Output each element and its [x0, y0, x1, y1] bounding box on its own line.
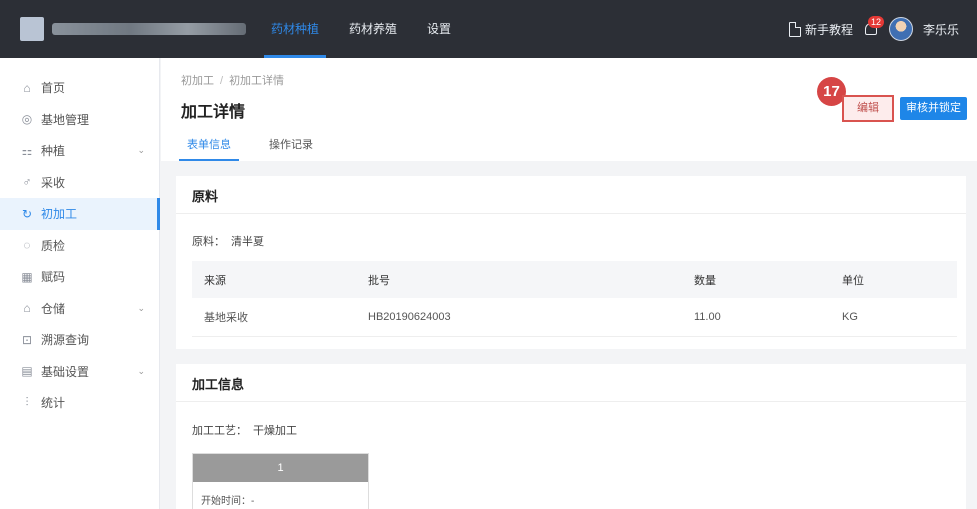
sidebar-item-statistics[interactable]: ⫶ 统计 [0, 387, 159, 419]
top-navbar: 药材种植 药材养殖 设置 新手教程 12 李乐乐 [0, 0, 977, 58]
notification-badge: 12 [867, 16, 884, 28]
sidebar-item-base-management[interactable]: ◎ 基地管理 [0, 104, 159, 136]
app-logo[interactable] [20, 17, 246, 41]
raw-material-card: 原料 原料： 清半夏 来源 批号 数量 单位 基地采收 HB20190624003… [176, 176, 966, 349]
raw-material-field: 原料： 清半夏 [176, 233, 966, 249]
home-icon: ⌂ [23, 80, 31, 95]
process-method-field: 加工工艺： 干燥加工 [176, 422, 966, 438]
process-method-label: 加工工艺： [192, 425, 247, 437]
sidebar-item-label: 仓储 [41, 301, 66, 316]
user-name[interactable]: 李乐乐 [923, 21, 959, 38]
warehouse-icon: ⌂ [23, 301, 31, 316]
sidebar-item-basic-settings[interactable]: ▤ 基础设置 ⌄ [0, 356, 159, 388]
sidebar-item-label: 初加工 [41, 207, 78, 222]
table-header: 来源 批号 数量 单位 [192, 261, 957, 298]
process-stage-card: 1 开始时间：- [192, 453, 369, 509]
cell-unit: KG [842, 311, 858, 323]
breadcrumb-current: 初加工详情 [229, 75, 285, 87]
stage-number: 1 [193, 454, 368, 482]
cell-source: 基地采收 [204, 312, 248, 324]
column-header-batch-number: 批号 [368, 274, 390, 287]
column-header-source: 来源 [204, 274, 226, 287]
chevron-down-icon: ⌄ [137, 302, 145, 313]
barcode-icon: ▦ [21, 269, 33, 284]
sidebar-item-harvest[interactable]: ♂ 采收 [0, 167, 159, 199]
document-icon [788, 21, 801, 37]
stage-start-time: 开始时间：- [201, 496, 255, 507]
page-header: 初加工 / 初加工详情 加工详情 表单信息 操作记录 17 编辑 审核并锁定 [161, 58, 977, 161]
statistics-icon: ⫶ [25, 395, 29, 410]
breadcrumb: 初加工 / 初加工详情 [181, 72, 284, 88]
processing-icon: ↻ [21, 206, 33, 221]
top-right-tools: 新手教程 12 李乐乐 [788, 0, 959, 58]
nav-settings[interactable]: 设置 [412, 0, 466, 58]
sidebar-item-label: 质检 [41, 238, 66, 253]
processing-info-card: 加工信息 加工工艺： 干燥加工 1 开始时间：- [176, 364, 966, 509]
breadcrumb-link-primary-processing[interactable]: 初加工 [181, 75, 214, 87]
sidebar-item-label: 溯源查询 [41, 333, 90, 348]
notification-bell[interactable]: 12 [863, 16, 884, 38]
raw-material-value: 清半夏 [231, 236, 264, 248]
breadcrumb-separator: / [220, 75, 224, 87]
tutorial-label: 新手教程 [804, 22, 853, 37]
sidebar-item-label: 基础设置 [41, 364, 90, 379]
tab-form-info[interactable]: 表单信息 [175, 132, 243, 161]
avatar[interactable] [888, 17, 913, 41]
harvest-icon: ♂ [22, 175, 32, 190]
card-title-raw-material: 原料 [176, 176, 966, 214]
tutorial-link[interactable]: 新手教程 [788, 21, 853, 38]
chevron-down-icon: ⌄ [137, 365, 145, 376]
raw-material-table: 来源 批号 数量 单位 基地采收 HB20190624003 11.00 KG [192, 261, 957, 337]
sidebar-item-label: 基地管理 [41, 112, 90, 127]
sidebar-item-label: 种植 [41, 144, 66, 159]
settings-list-icon: ▤ [21, 364, 33, 379]
sidebar-item-label: 采收 [41, 175, 66, 190]
sidebar-item-storage[interactable]: ⌂ 仓储 ⌄ [0, 293, 159, 325]
sidebar: ⌂ 首页 ◎ 基地管理 ⚏ 种植 ⌄ ♂ 采收 ↻ 初加工 ◌ 质检 ▦ 赋码 ⌂ 仓储 ⌄ ⊡ 溯源… [0, 58, 160, 509]
edit-button[interactable]: 编辑 [842, 95, 894, 122]
trace-icon: ⊡ [21, 332, 33, 347]
location-icon: ◎ [21, 112, 33, 127]
process-method-value: 干燥加工 [253, 425, 297, 437]
sidebar-item-label: 首页 [41, 81, 66, 96]
table-row: 基地采收 HB20190624003 11.00 KG [192, 298, 957, 337]
chevron-down-icon: ⌄ [137, 145, 145, 156]
main-nav: 药材种植 药材养殖 设置 [256, 0, 466, 58]
cell-quantity: 11.00 [694, 311, 721, 323]
card-title-processing-info: 加工信息 [176, 364, 966, 402]
sidebar-item-label: 赋码 [41, 270, 66, 285]
quality-check-icon: ◌ [23, 238, 31, 253]
column-header-quantity: 数量 [694, 274, 716, 287]
tab-operation-log[interactable]: 操作记录 [257, 132, 325, 161]
cell-batch-number: HB20190624003 [368, 311, 451, 323]
nav-medicinal-breeding[interactable]: 药材养殖 [334, 0, 412, 58]
sidebar-item-coding[interactable]: ▦ 赋码 [0, 261, 159, 293]
detail-tabs: 表单信息 操作记录 [175, 132, 339, 161]
sidebar-item-trace-query[interactable]: ⊡ 溯源查询 [0, 324, 159, 356]
sidebar-item-label: 统计 [41, 396, 66, 411]
sidebar-item-quality-check[interactable]: ◌ 质检 [0, 230, 159, 262]
sidebar-item-home[interactable]: ⌂ 首页 [0, 72, 159, 104]
sidebar-item-primary-processing[interactable]: ↻ 初加工 [0, 198, 160, 230]
page-title: 加工详情 [181, 104, 246, 121]
audit-and-lock-button[interactable]: 审核并锁定 [900, 97, 967, 120]
column-header-unit: 单位 [842, 274, 864, 287]
logo-mark [20, 17, 44, 41]
app-name-blurred [52, 23, 246, 35]
planting-icon: ⚏ [21, 143, 33, 158]
nav-medicinal-planting[interactable]: 药材种植 [256, 0, 334, 58]
sidebar-item-planting[interactable]: ⚏ 种植 ⌄ [0, 135, 159, 167]
raw-material-label: 原料： [192, 236, 225, 248]
